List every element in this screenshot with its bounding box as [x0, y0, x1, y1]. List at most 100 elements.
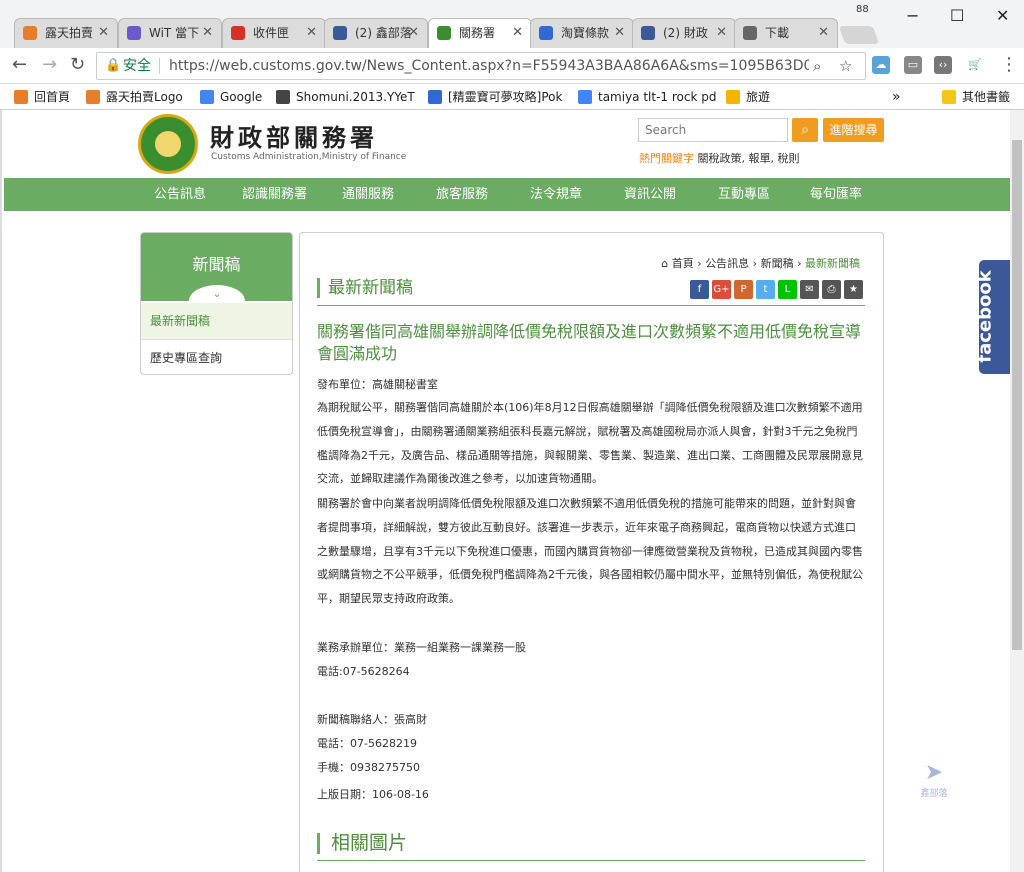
extension-code-icon[interactable]: ‹›	[934, 56, 952, 74]
googleplus-share-icon[interactable]: G+	[712, 280, 731, 299]
close-tab-icon[interactable]: ✕	[512, 19, 523, 47]
print-icon[interactable]: ⎙	[822, 280, 841, 299]
tab-3[interactable]: (2) 鑫部落 ✕	[324, 18, 428, 48]
bookmark-icon	[428, 90, 442, 104]
article-headline: 關務署偕同高雄關舉辦調降低價免稅限額及進口次數頻繁不適用低價免稅宣導會圓滿成功	[317, 322, 862, 363]
search-button[interactable]: ⌕	[792, 118, 818, 142]
tab-0[interactable]: 露天拍賣 ✕	[14, 18, 118, 48]
notification-badge: 88	[856, 4, 869, 15]
twitter-share-icon[interactable]: t	[756, 280, 775, 299]
breadcrumb-press[interactable]: 新聞稿	[761, 257, 794, 270]
line-share-icon[interactable]: L	[778, 280, 797, 299]
bookmark-item[interactable]: tamiya tlt-1 rock pd	[578, 84, 716, 110]
tab-2[interactable]: 收件匣 ✕	[222, 18, 326, 48]
zoom-search-icon[interactable]: ⌕	[813, 53, 821, 79]
extension-inbox-icon[interactable]: ▭	[904, 56, 922, 74]
article-contact-mobile: 手機：0938275750	[317, 761, 420, 774]
breadcrumb-home[interactable]: 首頁	[672, 257, 694, 270]
new-tab-button[interactable]	[838, 26, 880, 44]
web-page: 財政部關務署 Customs Administration,Ministry o…	[0, 110, 1010, 872]
back-icon[interactable]: ←	[12, 54, 27, 75]
article-date: 上版日期：106-08-16	[317, 788, 429, 801]
tab-label: 下載	[765, 26, 790, 40]
download-icon	[743, 26, 757, 40]
close-tab-icon[interactable]: ✕	[716, 19, 727, 47]
hot-keywords-links[interactable]: 關稅政策, 報單, 稅則	[698, 152, 800, 165]
plurk-share-icon[interactable]: P	[734, 280, 753, 299]
bookmark-item[interactable]: 旅遊	[726, 84, 770, 110]
other-bookmarks-label: 其他書籤	[962, 90, 1011, 104]
extension-cloud-icon[interactable]: ☁	[872, 56, 890, 74]
nav-item[interactable]: 公告訊息	[154, 178, 206, 211]
article-paragraph-1: 為期稅賦公平，關務署偕同高雄關於本(106)年8月12日假高雄關舉辦「調降低價免…	[317, 401, 863, 486]
other-bookmarks[interactable]: 其他書籤	[942, 84, 1010, 110]
close-tab-icon[interactable]: ✕	[306, 19, 317, 47]
customs-logo[interactable]	[138, 114, 198, 174]
tab-4[interactable]: 關務署 ✕	[428, 18, 532, 48]
nav-item[interactable]: 認識關務署	[242, 178, 307, 211]
bookmark-item[interactable]: 露天拍賣Logo	[86, 84, 183, 110]
related-divider	[317, 860, 865, 861]
browser-chrome: 88 − ☐ ✕ 露天拍賣 ✕ WiT 當下 ✕ 收件匣 ✕ (2) 鑫部落 ✕ 關務署 ✕ 淘寶條…	[0, 0, 1024, 110]
bookmark-label: 露天拍賣Logo	[106, 90, 183, 104]
search-input[interactable]: Search	[638, 118, 788, 142]
site-title[interactable]: 財政部關務署	[210, 118, 378, 153]
sidebar-item-latest-news[interactable]: 最新新聞稿	[141, 303, 292, 339]
url-text[interactable]: https://web.customs.gov.tw/News_Content.…	[169, 53, 809, 79]
omnibox[interactable]: 🔒 安全 https://web.customs.gov.tw/News_Con…	[96, 52, 866, 80]
close-tab-icon[interactable]: ✕	[202, 19, 213, 47]
bookmarks-overflow-icon[interactable]: »	[892, 84, 901, 110]
star-bookmark-icon[interactable]: ☆	[839, 53, 852, 79]
breadcrumb-announcements[interactable]: 公告訊息	[705, 257, 749, 270]
tab-label: 收件匣	[253, 26, 290, 40]
bookmark-item[interactable]: Google	[200, 84, 262, 110]
favorite-icon[interactable]: ★	[844, 280, 863, 299]
close-tab-icon[interactable]: ✕	[408, 19, 419, 47]
smile-icon	[726, 90, 740, 104]
bookmark-label: 旅遊	[746, 90, 771, 104]
article-contact-phone: 電話：07-5628219	[317, 737, 417, 750]
article-contact: 新聞稿聯絡人：張高財	[317, 713, 427, 726]
minimize-icon[interactable]: −	[906, 6, 919, 25]
facebook-icon	[641, 26, 655, 40]
close-tab-icon[interactable]: ✕	[98, 19, 109, 47]
reload-icon[interactable]: ↻	[70, 54, 85, 75]
nav-item[interactable]: 每旬匯率	[810, 178, 862, 211]
tab-6[interactable]: (2) 財政 ✕	[632, 18, 736, 48]
tab-5[interactable]: 淘寶條款 ✕	[530, 18, 634, 48]
maximize-icon[interactable]: ☐	[950, 6, 964, 25]
bookmark-item[interactable]: Shomuni.2013.YYeT	[276, 84, 415, 110]
scrollbar-thumb[interactable]	[1012, 140, 1022, 650]
ruten-icon	[86, 90, 100, 104]
google-icon	[200, 90, 214, 104]
bookmark-item[interactable]: [精靈寶可夢攻略]Pok	[428, 84, 562, 110]
forward-icon[interactable]: →	[42, 54, 57, 75]
image-icon	[276, 90, 290, 104]
wit-icon	[127, 26, 141, 40]
site-subtitle: Customs Administration,Ministry of Finan…	[211, 152, 407, 162]
nav-item[interactable]: 通關服務	[342, 178, 394, 211]
close-tab-icon[interactable]: ✕	[614, 19, 625, 47]
taobao-icon	[539, 26, 553, 40]
email-share-icon[interactable]: ✉	[800, 280, 819, 299]
facebook-side-tab[interactable]: facebook	[975, 260, 1010, 374]
nav-item[interactable]: 資訊公開	[624, 178, 676, 211]
nav-item[interactable]: 旅客服務	[436, 178, 488, 211]
menu-kebab-icon[interactable]: ⋮	[1000, 54, 1018, 75]
close-tab-icon[interactable]: ✕	[818, 19, 829, 47]
tab-1[interactable]: WiT 當下 ✕	[118, 18, 222, 48]
nav-item[interactable]: 互動專區	[718, 178, 770, 211]
bookmark-item[interactable]: 回首頁	[14, 84, 70, 110]
bookmark-label: tamiya tlt-1 rock pd	[598, 90, 717, 104]
extension-cart-icon[interactable]: 🛒	[966, 56, 984, 74]
page-scrollbar[interactable]	[1010, 110, 1024, 872]
nav-item[interactable]: 法令規章	[530, 178, 582, 211]
security-label: 安全	[123, 58, 151, 74]
customs-icon	[437, 26, 451, 40]
advanced-search-button[interactable]: 進階搜尋	[823, 118, 884, 142]
close-window-icon[interactable]: ✕	[996, 6, 1009, 25]
bookmark-label: Google	[220, 90, 263, 104]
tab-7[interactable]: 下載 ✕	[734, 18, 838, 48]
facebook-share-icon[interactable]: f	[690, 280, 709, 299]
sidebar-item-history[interactable]: 歷史專區查詢	[141, 339, 292, 374]
